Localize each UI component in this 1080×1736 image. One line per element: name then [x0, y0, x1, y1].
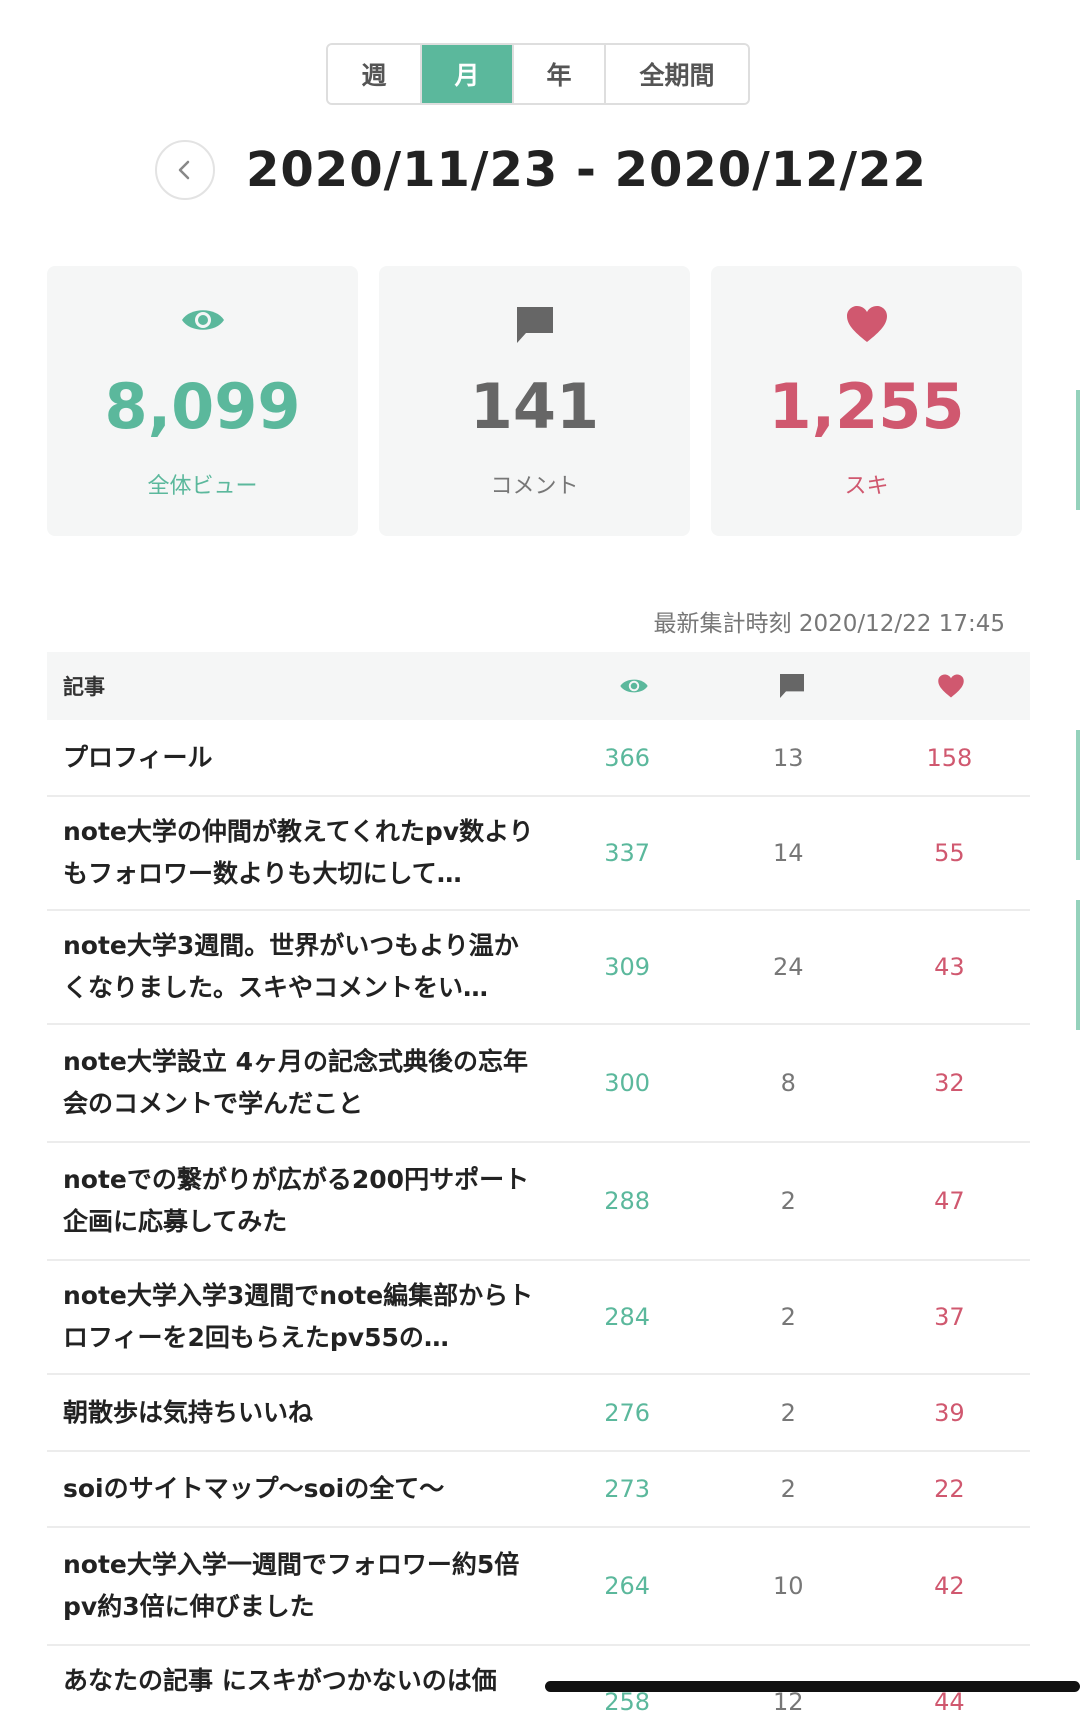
date-range: 2020/11/23 - 2020/12/22: [246, 142, 927, 198]
table-row[interactable]: note大学3週間。世界がいつもより温かくなりました。スキやコメントをい… 30…: [47, 911, 1030, 1025]
table-row[interactable]: note大学の仲間が教えてくれたpv数よりもフォロワー数よりも大切にして… 33…: [47, 797, 1030, 911]
articles-table: 記事 プロフィール 366 13 158 note大学の仲間が教えてくれたpv数…: [47, 652, 1030, 1736]
article-likes: 47: [934, 1187, 965, 1215]
edge-accent: [1076, 730, 1080, 860]
article-title[interactable]: プロフィール: [47, 737, 547, 779]
article-title[interactable]: note大学入学一週間でフォロワー約5倍pv約3倍に伸びました: [47, 1544, 547, 1628]
article-views: 273: [604, 1475, 651, 1503]
article-comments: 14: [773, 839, 804, 867]
article-comments: 2: [780, 1475, 796, 1503]
likes-total: 1,255: [768, 370, 965, 443]
article-views: 366: [604, 743, 651, 772]
table-row[interactable]: note大学設立 4ヶ月の記念式典後の忘年会のコメントで学んだこと 300 8 …: [47, 1025, 1030, 1143]
tab-all-time[interactable]: 全期間: [604, 45, 748, 103]
table-row[interactable]: プロフィール 366 13 158: [47, 720, 1030, 797]
article-comments: 8: [780, 1069, 796, 1097]
stat-card-comments: 141 コメント: [379, 266, 690, 536]
comments-label: コメント: [490, 474, 579, 499]
article-likes: 39: [934, 1398, 965, 1427]
comment-icon: [780, 674, 805, 698]
tab-month[interactable]: 月: [420, 45, 512, 103]
comment-icon: [516, 307, 553, 343]
home-indicator: [545, 1681, 1080, 1692]
article-likes: 55: [934, 839, 965, 867]
article-views: 284: [604, 1303, 651, 1331]
previous-period-button[interactable]: [155, 140, 215, 200]
article-likes: 43: [934, 953, 965, 981]
article-title[interactable]: note大学設立 4ヶ月の記念式典後の忘年会のコメントで学んだこと: [47, 1041, 547, 1125]
header-views: [554, 675, 713, 697]
heart-icon: [937, 674, 964, 698]
likes-label: スキ: [844, 474, 889, 499]
table-row[interactable]: note大学入学一週間でフォロワー約5倍pv約3倍に伸びました 264 10 4…: [47, 1528, 1030, 1646]
article-title[interactable]: note大学入学3週間でnote編集部からトロフィーを2回もらえたpv55の…: [47, 1275, 547, 1359]
comments-total: 141: [469, 370, 600, 443]
table-row[interactable]: noteでの繋がりが広がる200円サポート企画に応募してみた 288 2 47: [47, 1143, 1030, 1261]
article-likes: 32: [934, 1069, 965, 1097]
header-comments: [713, 672, 872, 700]
heart-icon: [846, 306, 887, 342]
article-title[interactable]: あなたの記事 にスキがつかないのは価: [47, 1660, 547, 1702]
eye-icon: [619, 679, 648, 693]
article-title[interactable]: 朝散歩は気持ちいいね: [47, 1392, 547, 1434]
tab-week[interactable]: 週: [328, 45, 420, 103]
last-updated: 最新集計時刻 2020/12/22 17:45: [653, 611, 1005, 637]
stat-card-likes: 1,255 スキ: [711, 266, 1022, 536]
table-row[interactable]: 朝散歩は気持ちいいね 276 2 39: [47, 1375, 1030, 1452]
article-views: 309: [604, 953, 651, 981]
article-title[interactable]: note大学3週間。世界がいつもより温かくなりました。スキやコメントをい…: [47, 925, 547, 1009]
article-comments: 10: [773, 1572, 804, 1600]
article-likes: 37: [934, 1303, 965, 1331]
article-views: 337: [604, 839, 651, 867]
article-likes: 42: [934, 1572, 965, 1600]
date-range-row: 2020/11/23 - 2020/12/22: [155, 140, 927, 200]
chevron-left-icon: [178, 160, 190, 180]
article-likes: 22: [934, 1475, 965, 1503]
views-label: 全体ビュー: [147, 474, 258, 499]
header-article: 記事: [63, 675, 105, 699]
article-views: 264: [604, 1572, 651, 1600]
tab-year[interactable]: 年: [512, 45, 604, 103]
edge-accent: [1076, 390, 1080, 510]
stat-card-views: 8,099 全体ビュー: [47, 266, 358, 536]
article-views: 276: [604, 1398, 651, 1427]
article-views: 300: [604, 1069, 651, 1097]
table-row[interactable]: note大学入学3週間でnote編集部からトロフィーを2回もらえたpv55の… …: [47, 1261, 1030, 1375]
table-header: 記事: [47, 652, 1030, 720]
table-row[interactable]: soiのサイトマップ〜soiの全て〜 273 2 22: [47, 1452, 1030, 1528]
article-comments: 24: [773, 953, 804, 981]
article-views: 288: [604, 1187, 651, 1215]
article-title[interactable]: note大学の仲間が教えてくれたpv数よりもフォロワー数よりも大切にして…: [47, 811, 547, 895]
article-title[interactable]: noteでの繋がりが広がる200円サポート企画に応募してみた: [47, 1159, 547, 1243]
article-comments: 13: [773, 743, 804, 772]
header-likes: [871, 673, 1030, 699]
edge-accent: [1076, 900, 1080, 1030]
article-comments: 2: [780, 1187, 796, 1215]
eye-icon: [181, 310, 224, 330]
article-likes: 158: [926, 743, 973, 772]
period-tabs: 週 月 年 全期間: [326, 43, 750, 105]
views-total: 8,099: [104, 370, 301, 443]
article-comments: 2: [780, 1303, 796, 1331]
article-comments: 2: [780, 1398, 796, 1427]
article-title[interactable]: soiのサイトマップ〜soiの全て〜: [47, 1468, 547, 1510]
